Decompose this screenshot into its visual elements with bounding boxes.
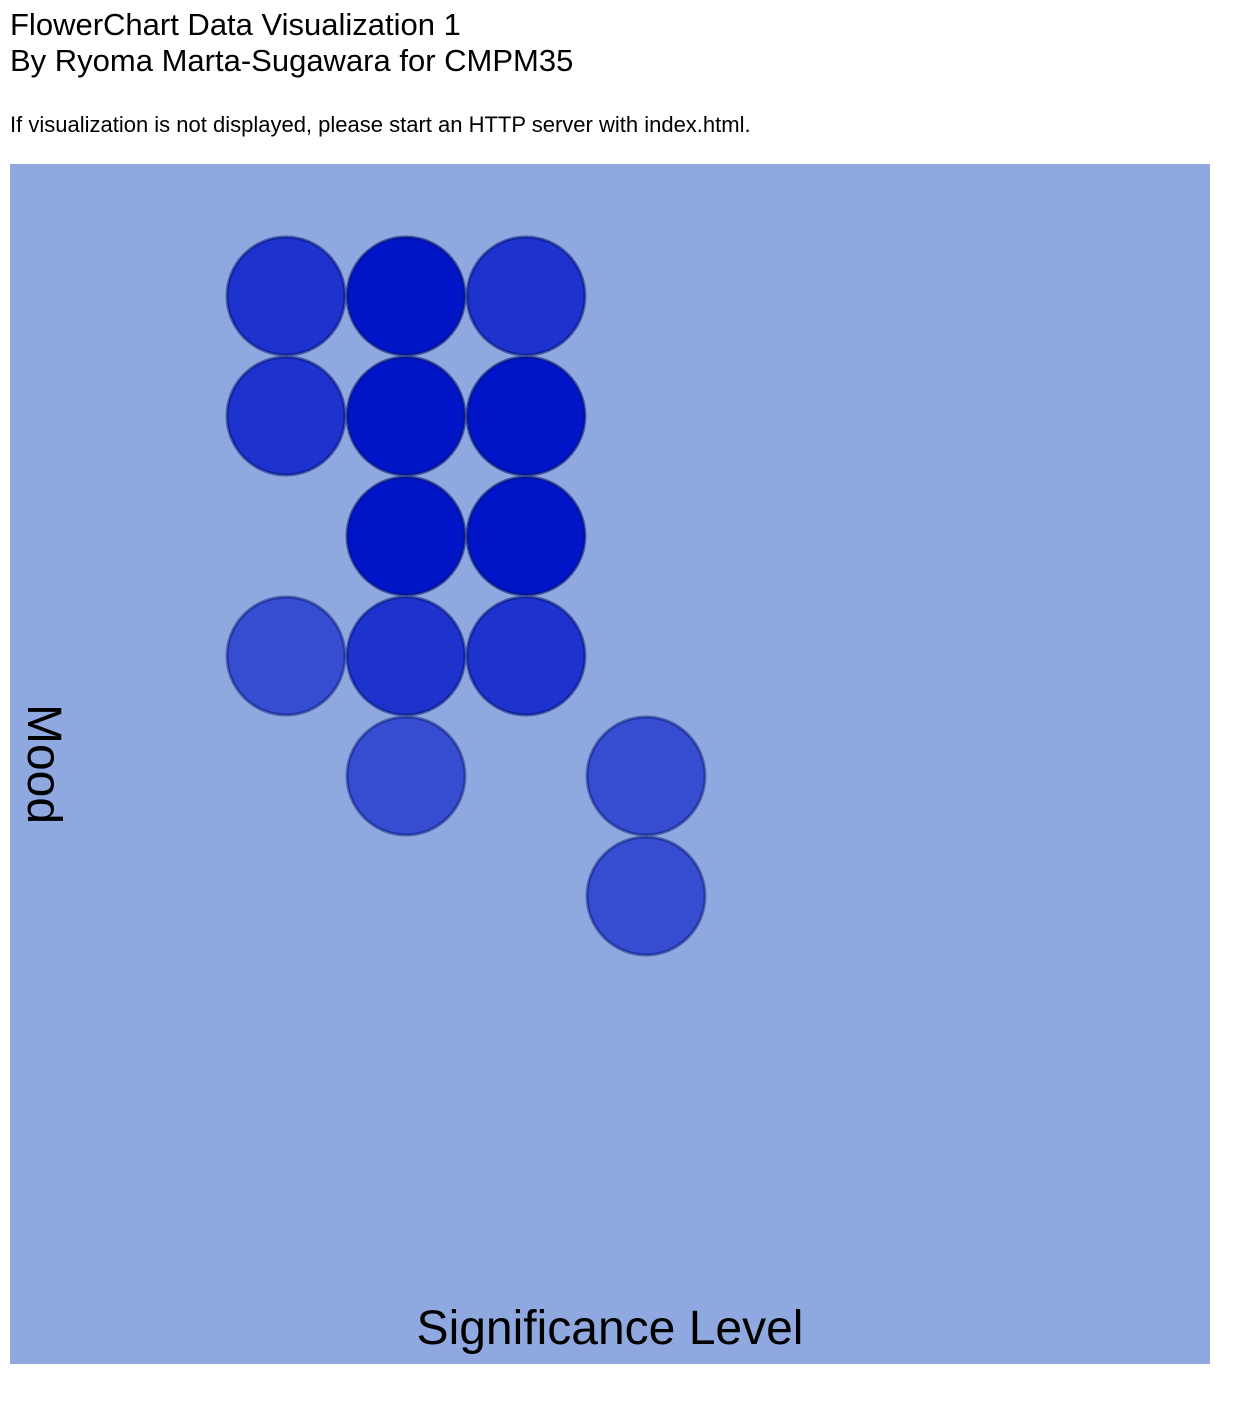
chart-panel: Significance Level Mood bbox=[10, 164, 1210, 1364]
flower-point-10 bbox=[465, 595, 587, 717]
page-subtitle: By Ryoma Marta-Sugawara for CMPM35 bbox=[10, 43, 574, 78]
flower-point-0 bbox=[225, 235, 347, 357]
flower-point-9 bbox=[345, 595, 467, 717]
flower-point-7 bbox=[465, 475, 587, 597]
flowerchart-plot: Significance Level Mood bbox=[10, 164, 1210, 1364]
flower-point-1 bbox=[345, 235, 467, 357]
y-axis-label: Mood bbox=[17, 704, 70, 824]
flower-point-3 bbox=[225, 355, 347, 477]
flower-point-12 bbox=[585, 715, 707, 837]
x-axis-label: Significance Level bbox=[417, 1302, 804, 1355]
flower-point-8 bbox=[225, 595, 347, 717]
server-notice: If visualization is not displayed, pleas… bbox=[10, 112, 751, 137]
page-title: FlowerChart Data Visualization 1 bbox=[10, 7, 461, 42]
flower-point-4 bbox=[345, 355, 467, 477]
flower-point-13 bbox=[585, 835, 707, 957]
flower-point-2 bbox=[465, 235, 587, 357]
flower-point-6 bbox=[345, 475, 467, 597]
flower-point-5 bbox=[465, 355, 587, 477]
flower-point-11 bbox=[345, 715, 467, 837]
